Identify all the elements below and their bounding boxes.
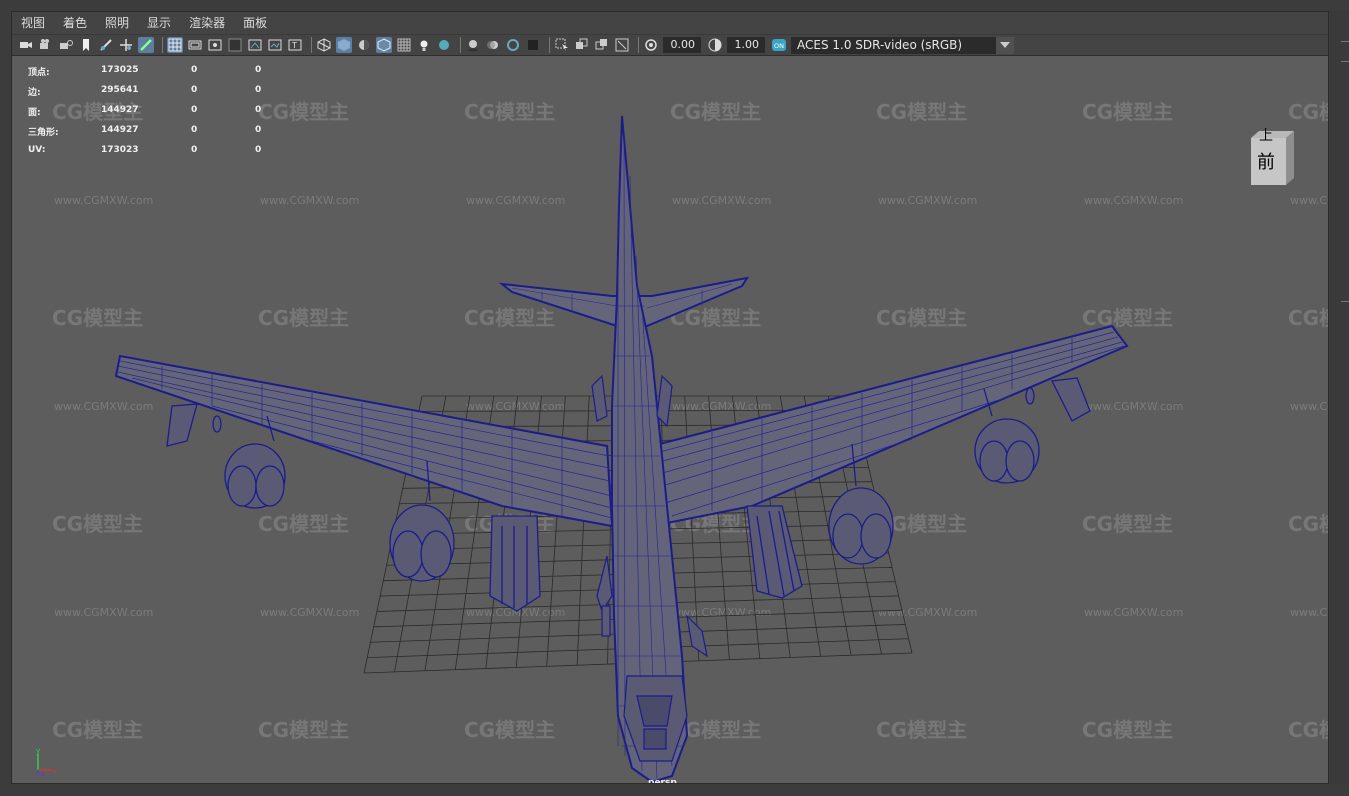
toolbar-separator bbox=[311, 37, 312, 53]
motion-blur-icon[interactable] bbox=[485, 37, 501, 53]
right-side-panel-edge bbox=[1330, 11, 1349, 784]
menu-show[interactable]: 显示 bbox=[138, 12, 180, 34]
image-plane-icon[interactable] bbox=[98, 37, 114, 53]
gamma-field[interactable]: 1.00 bbox=[727, 37, 765, 53]
panel-tick bbox=[1341, 61, 1349, 62]
hud-value: 0 bbox=[255, 65, 262, 75]
hud-value: 0 bbox=[255, 145, 262, 155]
hud-value: 0 bbox=[191, 125, 198, 135]
panel-menubar: 视图 着色 照明 显示 渲染器 面板 bbox=[12, 12, 1328, 34]
grid-icon[interactable] bbox=[167, 37, 183, 53]
toolbar-separator bbox=[638, 37, 639, 53]
toolbar-separator bbox=[162, 37, 163, 53]
colorspace-select[interactable]: ACES 1.0 SDR-video (sRGB) bbox=[791, 36, 996, 54]
film-gate-icon[interactable] bbox=[187, 37, 203, 53]
hud-value: 0 bbox=[191, 65, 198, 75]
hud-value: 0 bbox=[191, 85, 198, 95]
smooth-shade-icon[interactable] bbox=[336, 37, 352, 53]
hud-row-edges: 边: 295641 0 0 bbox=[28, 85, 261, 105]
aircraft-wireframe bbox=[114, 115, 1129, 783]
svg-text:ON: ON bbox=[774, 42, 784, 50]
resolution-gate-icon[interactable] bbox=[207, 37, 223, 53]
colorspace-dropdown-button[interactable] bbox=[996, 36, 1014, 54]
engine-pod-right-inner bbox=[746, 505, 803, 599]
color-management-icon[interactable]: ON bbox=[771, 37, 787, 53]
safe-action-icon[interactable] bbox=[267, 37, 283, 53]
panel-tick bbox=[1341, 301, 1349, 302]
bookmark-icon[interactable] bbox=[78, 37, 94, 53]
hud-value: 295641 bbox=[101, 85, 139, 95]
hud-label: 面: bbox=[28, 108, 41, 118]
multisample-aa-icon[interactable] bbox=[505, 37, 521, 53]
hud-value: 0 bbox=[191, 105, 198, 115]
camera-attributes-icon[interactable] bbox=[38, 37, 54, 53]
menu-view[interactable]: 视图 bbox=[12, 12, 54, 34]
field-chart-icon[interactable] bbox=[247, 37, 263, 53]
xray-icon[interactable] bbox=[396, 37, 412, 53]
shadows-icon[interactable] bbox=[436, 37, 452, 53]
hud-value: 0 bbox=[255, 125, 262, 135]
hud-row-triangles: 三角形: 144927 0 0 bbox=[28, 125, 261, 145]
hud-value: 0 bbox=[255, 85, 262, 95]
right-wing bbox=[651, 324, 1129, 528]
viewport-panel: 视图 着色 照明 显示 渲染器 面板 T 0.00 1.00 ON ACES 1… bbox=[11, 11, 1329, 784]
grease-pencil-icon[interactable] bbox=[138, 37, 154, 53]
hud-value: 0 bbox=[191, 145, 198, 155]
hud-label: 边: bbox=[28, 88, 41, 98]
screen-space-ao-icon[interactable] bbox=[465, 37, 481, 53]
hud-value: 144927 bbox=[101, 125, 139, 135]
perspective-viewport[interactable]: CG模型主 www.CGMXW.com CG模型主 www.CGMXW.com CG模型… bbox=[12, 56, 1328, 784]
z-axis-label: z bbox=[41, 770, 45, 776]
svg-text:T: T bbox=[291, 41, 297, 50]
menu-renderer[interactable]: 渲染器 bbox=[180, 12, 234, 34]
view-cube-top-label[interactable]: 上 bbox=[1259, 128, 1273, 144]
exposure-field[interactable]: 0.00 bbox=[663, 37, 701, 53]
gamma-icon[interactable] bbox=[707, 37, 723, 53]
gate-mask-icon[interactable] bbox=[227, 37, 243, 53]
hud-label: 三角形: bbox=[28, 128, 59, 138]
wireframe-icon[interactable] bbox=[316, 37, 332, 53]
isolate-select-icon[interactable] bbox=[554, 37, 570, 53]
fullscreen-icon[interactable] bbox=[614, 37, 630, 53]
menu-shading[interactable]: 着色 bbox=[54, 12, 96, 34]
engine-pod-left-tip bbox=[166, 403, 222, 447]
hud-value: 173023 bbox=[101, 145, 139, 155]
hud-label: 顶点: bbox=[28, 68, 50, 78]
axis-gizmo: y x z bbox=[36, 747, 57, 776]
panel-toolbar: T 0.00 1.00 ON ACES 1.0 SDR-video (sRGB) bbox=[12, 34, 1328, 56]
pan-zoom-icon[interactable] bbox=[118, 37, 134, 53]
wireframe-on-shaded-icon[interactable] bbox=[376, 37, 392, 53]
xray-joints-icon[interactable] bbox=[574, 37, 590, 53]
toolbar-separator bbox=[460, 37, 461, 53]
hud-value: 0 bbox=[255, 105, 262, 115]
menu-panels[interactable]: 面板 bbox=[234, 12, 276, 34]
toolbar-separator bbox=[549, 37, 550, 53]
hud-row-faces: 面: 144927 0 0 bbox=[28, 105, 261, 125]
hud-row-uvs: UV: 173023 0 0 bbox=[28, 145, 261, 165]
left-wing bbox=[114, 354, 614, 528]
camera-select-icon[interactable] bbox=[18, 37, 34, 53]
scene-canvas bbox=[114, 115, 1129, 783]
use-all-lights-icon[interactable] bbox=[416, 37, 432, 53]
hud-value: 173025 bbox=[101, 65, 139, 75]
engine-pod-left-inner bbox=[489, 515, 541, 612]
safe-title-icon[interactable]: T bbox=[287, 37, 303, 53]
view-cube-front-label[interactable]: 前 bbox=[1257, 152, 1275, 173]
view-cube[interactable]: 上 前 bbox=[1246, 128, 1296, 188]
hud-row-vertices: 顶点: 173025 0 0 bbox=[28, 65, 261, 85]
hud-label: UV: bbox=[28, 145, 46, 155]
x-axis-label: x bbox=[53, 767, 57, 775]
camera-lock-icon[interactable] bbox=[58, 37, 74, 53]
panel-tick bbox=[1341, 41, 1349, 42]
chevron-down-icon bbox=[1000, 42, 1010, 48]
menu-lighting[interactable]: 照明 bbox=[96, 12, 138, 34]
y-axis-label: y bbox=[36, 747, 40, 755]
depth-of-field-icon[interactable] bbox=[525, 37, 541, 53]
poly-count-hud: 顶点: 173025 0 0 边: 295641 0 0 面: 144927 0… bbox=[28, 65, 261, 165]
hud-value: 144927 bbox=[101, 105, 139, 115]
exposure-icon[interactable] bbox=[643, 37, 659, 53]
default-material-icon[interactable] bbox=[356, 37, 372, 53]
camera-name-label: persp bbox=[648, 778, 677, 784]
xray-active-icon[interactable] bbox=[594, 37, 610, 53]
